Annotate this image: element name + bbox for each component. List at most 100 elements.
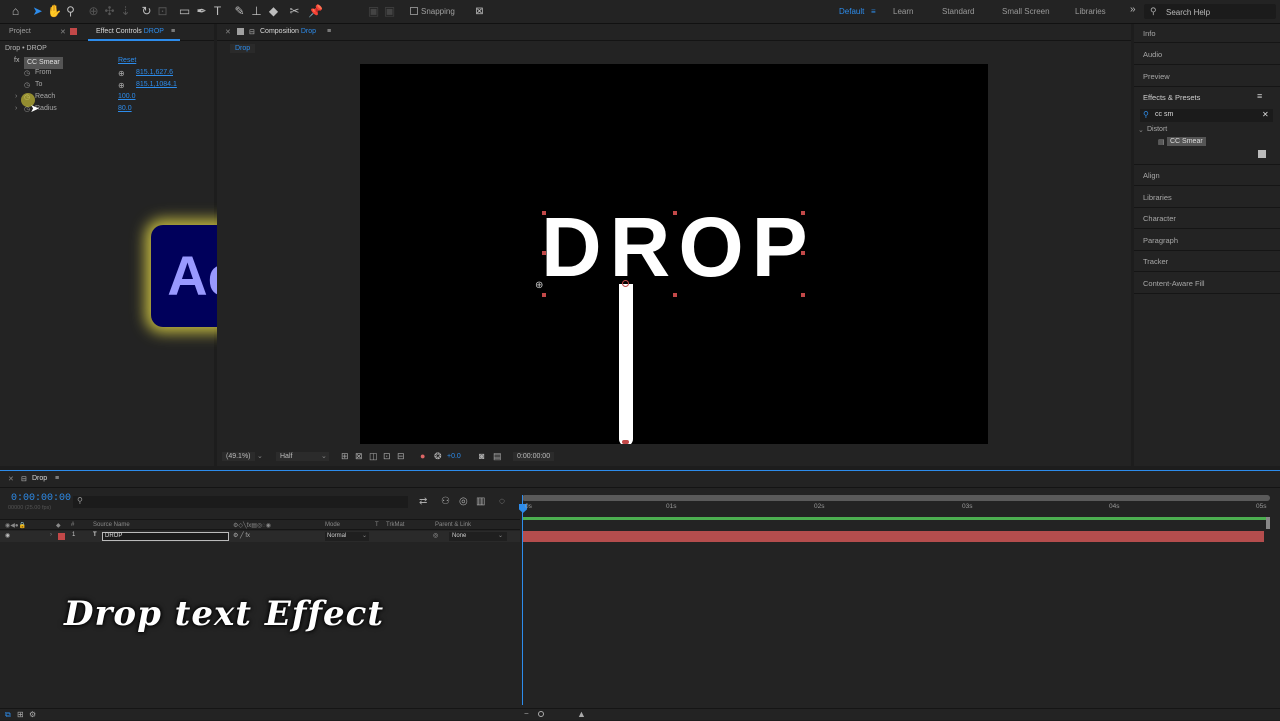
- transparency-grid-icon[interactable]: ⊠: [355, 451, 363, 462]
- zoom-tool-icon[interactable]: ⚲: [63, 4, 78, 19]
- safe-margins-icon[interactable]: ⊟: [397, 451, 405, 462]
- anchor-point-icon[interactable]: ⊕: [535, 280, 543, 291]
- draft-3d-icon[interactable]: ⚇: [441, 496, 450, 507]
- tab-composition[interactable]: Composition Drop: [260, 28, 316, 35]
- close-tab-icon[interactable]: ✕: [60, 28, 66, 36]
- property-radius-value[interactable]: 80.0: [118, 105, 132, 117]
- dolly-camera-icon[interactable]: ⇣: [118, 4, 133, 19]
- close-tab-icon[interactable]: ✕: [225, 28, 231, 36]
- timeline-search-field[interactable]: ⚲: [73, 496, 408, 508]
- tab-timeline-drop[interactable]: Drop: [32, 475, 47, 482]
- panel-tracker[interactable]: Tracker: [1143, 257, 1168, 266]
- workspace-learn[interactable]: Learn: [893, 7, 913, 16]
- frame-blending-icon[interactable]: ▥: [476, 496, 485, 507]
- tab-effect-controls[interactable]: Effect Controls DROP: [96, 28, 164, 35]
- category-distort[interactable]: Distort: [1147, 126, 1167, 133]
- property-reach-value[interactable]: 100.0: [118, 93, 136, 105]
- bounding-box-handle[interactable]: [673, 211, 677, 215]
- guides-icon[interactable]: ⊡: [383, 451, 391, 462]
- chevron-down-icon[interactable]: ⌄: [362, 532, 367, 539]
- panel-menu-icon[interactable]: ≡: [55, 475, 59, 482]
- chevron-right-icon[interactable]: ›: [15, 105, 17, 117]
- panel-character[interactable]: Character: [1143, 214, 1176, 223]
- panel-menu-icon[interactable]: ≡: [327, 28, 331, 35]
- panel-audio[interactable]: Audio: [1143, 50, 1162, 59]
- property-to-value[interactable]: 815.1,1084.1: [136, 81, 177, 93]
- effect-cc-smear[interactable]: CC Smear: [1167, 137, 1206, 146]
- crosshair-icon[interactable]: ⊕: [118, 69, 125, 81]
- layer-row[interactable]: ◉ › 1 T DROP ⚙ ╱ fx Normal ⌄ ◎ None ⌄: [0, 531, 520, 542]
- panel-info[interactable]: Info: [1143, 29, 1156, 38]
- rectangle-tool-icon[interactable]: ▭: [177, 4, 192, 19]
- layer-stretch-icon[interactable]: ⚙: [29, 710, 36, 719]
- exposure-value[interactable]: +0.0: [447, 453, 461, 460]
- eye-icon[interactable]: ◉: [5, 532, 10, 539]
- panel-preview[interactable]: Preview: [1143, 72, 1170, 81]
- layer-label-color[interactable]: [58, 533, 65, 540]
- composition-flowchart-icon[interactable]: ⇄: [419, 496, 427, 507]
- motion-blur-icon[interactable]: ◌: [499, 496, 505, 507]
- brush-tool-icon[interactable]: ✎: [232, 4, 247, 19]
- chevron-down-icon[interactable]: ⌄: [1138, 126, 1144, 134]
- roto-brush-tool-icon[interactable]: ✂: [287, 4, 302, 19]
- new-bin-icon[interactable]: [1258, 150, 1266, 158]
- composition-canvas[interactable]: DROP ⊕: [360, 64, 988, 444]
- panel-menu-icon[interactable]: ≡: [171, 28, 175, 35]
- property-from-value[interactable]: 815.1,627.6: [136, 69, 173, 81]
- smear-to-point[interactable]: [622, 440, 629, 444]
- bounding-box-handle[interactable]: [542, 211, 546, 215]
- lock-tab-icon[interactable]: [70, 28, 77, 35]
- bounding-box-handle[interactable]: [801, 251, 805, 255]
- close-tab-icon[interactable]: ✕: [8, 475, 14, 483]
- bounding-box-handle[interactable]: [542, 251, 546, 255]
- pen-tool-icon[interactable]: ✒: [194, 4, 209, 19]
- workspace-standard[interactable]: Standard: [942, 7, 974, 16]
- fx-toggle-icon[interactable]: fx: [14, 57, 19, 69]
- panel-effects-presets[interactable]: Effects & Presets: [1143, 93, 1200, 102]
- lock-tab-icon[interactable]: [237, 28, 244, 35]
- effect-name[interactable]: CC Smear: [24, 57, 63, 69]
- color-channels-icon[interactable]: ●: [420, 451, 425, 461]
- puppet-pin-tool-icon[interactable]: 📌: [308, 4, 323, 19]
- layer-duration-bar[interactable]: [522, 531, 1264, 542]
- effects-search-field[interactable]: ⚲ cc sm ✕: [1140, 109, 1273, 122]
- chevron-right-icon[interactable]: ›: [15, 93, 17, 105]
- bounding-box-handle[interactable]: [673, 293, 677, 297]
- eraser-tool-icon[interactable]: ◆: [266, 4, 281, 19]
- workspace-small-screen[interactable]: Small Screen: [1002, 7, 1050, 16]
- zoom-slider[interactable]: [538, 711, 544, 717]
- work-area-bar[interactable]: [522, 495, 1270, 501]
- snapping-options-icon[interactable]: ⊠: [472, 4, 487, 19]
- bounding-box-handle[interactable]: [542, 293, 546, 297]
- type-tool-icon[interactable]: T: [210, 4, 225, 19]
- rotation-tool-icon[interactable]: ↻: [139, 4, 154, 19]
- layer-name-field[interactable]: DROP: [102, 532, 229, 541]
- zoom-in-icon[interactable]: ▲: [577, 709, 586, 719]
- tab-project[interactable]: Project: [9, 28, 31, 35]
- hand-tool-icon[interactable]: ✋: [47, 4, 62, 19]
- work-area-range[interactable]: [522, 495, 1270, 501]
- panel-libraries[interactable]: Libraries: [1143, 193, 1172, 202]
- pan-camera-icon[interactable]: ✣: [102, 4, 117, 19]
- clone-stamp-tool-icon[interactable]: ⊥: [249, 4, 264, 19]
- exposure-reset-icon[interactable]: ❂: [434, 451, 442, 462]
- work-area-end-handle[interactable]: [1266, 517, 1270, 529]
- chevron-down-icon[interactable]: ⌄: [321, 452, 327, 460]
- more-workspaces-icon[interactable]: »: [1130, 4, 1136, 15]
- chevron-down-icon[interactable]: ⌄: [498, 532, 503, 539]
- smear-from-point[interactable]: [622, 280, 629, 287]
- region-of-interest-icon[interactable]: ⊞: [341, 451, 349, 462]
- stopwatch-icon[interactable]: ◷: [24, 69, 30, 81]
- bounding-box-handle[interactable]: [801, 293, 805, 297]
- clear-search-icon[interactable]: ✕: [1262, 110, 1269, 119]
- bounding-box-handle[interactable]: [801, 211, 805, 215]
- world-axis-icon[interactable]: ▣: [382, 4, 397, 19]
- frame-render-icon[interactable]: ⊞: [17, 710, 24, 719]
- layer-switches-icon[interactable]: ⚙ ╱ fx: [233, 532, 250, 539]
- render-time-icon[interactable]: ⧉: [5, 710, 11, 720]
- timeline-timecode[interactable]: 0:00:00:00: [11, 493, 71, 504]
- show-snapshot-icon[interactable]: ▤: [493, 451, 502, 462]
- pick-whip-icon[interactable]: ◎: [433, 532, 438, 539]
- snapping-checkbox[interactable]: [410, 7, 418, 15]
- mask-visibility-icon[interactable]: ◫: [369, 451, 378, 462]
